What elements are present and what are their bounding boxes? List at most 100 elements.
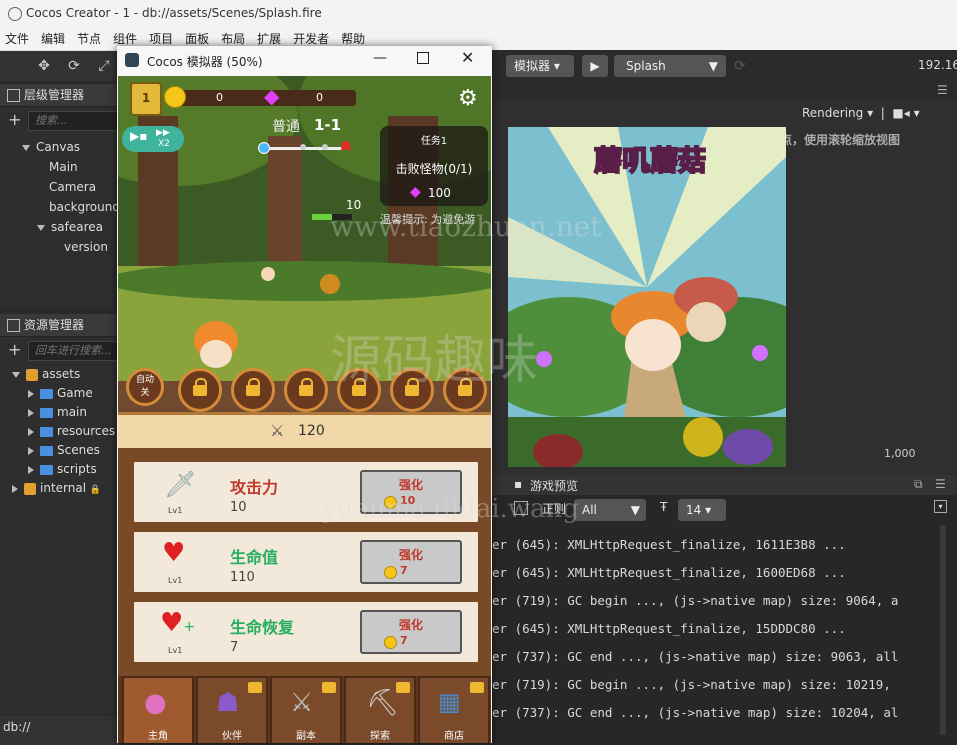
- scene-menu-icon[interactable]: ☰: [937, 83, 948, 97]
- tree-internal[interactable]: internal 🔒: [0, 479, 117, 500]
- heart-plus-icon: ♥+: [160, 608, 196, 638]
- ip-address: 192.168: [918, 58, 957, 72]
- mushroom-hero-icon: ●: [144, 688, 167, 718]
- collapse-arrow-icon[interactable]: [28, 465, 34, 474]
- auto-skill-button[interactable]: 自动 关: [126, 368, 164, 406]
- nav-explore[interactable]: ⛏ 探索: [344, 676, 416, 743]
- collapse-arrow-icon[interactable]: [12, 484, 18, 493]
- cocos-app-icon: [8, 7, 22, 21]
- tree-node-background[interactable]: background: [0, 197, 120, 217]
- add-node-icon[interactable]: +: [8, 110, 21, 129]
- rotate-tool-icon[interactable]: ⟳: [65, 57, 83, 75]
- skill-slot-locked[interactable]: [178, 368, 222, 412]
- close-icon[interactable]: ✕: [461, 48, 474, 67]
- shovel-icon: ⛏: [366, 688, 400, 718]
- task-panel[interactable]: 任务1 击败怪物(0/1) ◆ 100: [380, 126, 488, 206]
- lock-icon: [396, 682, 410, 693]
- splash-title: 蘑叽蘑菇: [593, 143, 707, 178]
- watermark: yuanma.didai.wang: [322, 494, 579, 524]
- expand-arrow-icon[interactable]: [22, 144, 30, 151]
- nav-hero[interactable]: ● 主角: [122, 676, 194, 743]
- tree-node-canvas[interactable]: Canvas: [0, 137, 117, 157]
- simulator-titlebar: Cocos 模拟器 (50%) — ✕: [117, 46, 492, 76]
- move-tool-icon[interactable]: ✥: [35, 57, 53, 75]
- menu-edit[interactable]: 编辑: [41, 28, 65, 50]
- skill-slot-locked[interactable]: [284, 368, 328, 412]
- log-line: er (737): GC end ..., (js->native map) s…: [492, 649, 899, 664]
- folder-scripts[interactable]: scripts: [0, 460, 117, 479]
- collapse-arrow-icon[interactable]: [28, 446, 34, 455]
- log-line: er (737): GC end ..., (js->native map) s…: [492, 705, 899, 720]
- stage-node-current: [258, 142, 270, 154]
- popout-icon[interactable]: ⧉: [914, 477, 923, 492]
- splash-canvas: 蘑叽蘑菇: [508, 127, 786, 467]
- folder-icon: [40, 407, 53, 418]
- lock-icon: [470, 682, 484, 693]
- font-size-select[interactable]: 14 ▾: [678, 499, 726, 521]
- folder-icon: [40, 388, 53, 399]
- nav-shop[interactable]: ▦ 商店: [418, 676, 490, 743]
- simulator-title: Cocos 模拟器 (50%): [147, 55, 263, 69]
- tree-node-version[interactable]: version: [0, 237, 117, 257]
- database-icon: [24, 482, 36, 495]
- console-menu-icon[interactable]: ☰: [935, 477, 946, 491]
- nav-dungeon[interactable]: ⚔ 副本: [270, 676, 342, 743]
- maximize-icon[interactable]: [417, 52, 429, 64]
- upgrade-regen-button[interactable]: 强化 7: [360, 610, 462, 654]
- lock-icon: 🔒: [89, 485, 102, 495]
- nav-partner[interactable]: ☗ 伙伴: [196, 676, 268, 743]
- transform-toolbar: ✥ ⟳ ⤢: [0, 51, 120, 81]
- upgrade-hp-button[interactable]: 强化 7: [360, 540, 462, 584]
- console-scrollbar[interactable]: [940, 525, 946, 735]
- collapse-arrow-icon[interactable]: [28, 408, 34, 417]
- play-button[interactable]: ▶: [582, 55, 608, 77]
- game-viewport[interactable]: 1 0 ◆ 0 ⚙ ▶▪ ▶▶ X2 普通 1-1 ☗ 任务1 击败怪物(0/1…: [118, 76, 491, 743]
- status-bar: db://: [0, 716, 120, 745]
- folder-game[interactable]: Game: [0, 384, 117, 403]
- expand-arrow-icon[interactable]: [37, 224, 45, 231]
- camera-icon[interactable]: ■◂ ▾: [892, 106, 919, 120]
- refresh-icon[interactable]: ⟳: [734, 58, 746, 74]
- database-icon: [26, 368, 38, 381]
- task-title: 任务1: [420, 136, 448, 147]
- hierarchy-search-input[interactable]: 搜索...: [28, 111, 120, 131]
- collapse-icon[interactable]: ▾: [934, 500, 947, 513]
- shop-icon: ▦: [438, 688, 461, 716]
- crossed-swords-icon: ⚔: [290, 688, 314, 718]
- lock-icon: [322, 682, 336, 693]
- folder-resources[interactable]: resources: [0, 422, 117, 441]
- collapse-arrow-icon[interactable]: [28, 427, 34, 436]
- tree-assets-root[interactable]: assets: [0, 365, 117, 384]
- minimize-icon[interactable]: —: [373, 50, 387, 66]
- cocos-logo-icon: [125, 53, 139, 67]
- speed-toggle[interactable]: ▶▪ ▶▶ X2: [122, 126, 184, 152]
- skill-slot-locked[interactable]: [231, 368, 275, 412]
- log-line: er (645): XMLHttpRequest_finalize, 1600E…: [492, 565, 846, 580]
- window-titlebar: Cocos Creator - 1 - db://assets/Scenes/S…: [0, 0, 957, 28]
- tree-node-main-camera[interactable]: Main Camera: [0, 157, 117, 197]
- add-asset-icon[interactable]: +: [8, 340, 21, 359]
- log-level-select[interactable]: All ▼: [574, 499, 646, 521]
- simulator-window: Cocos 模拟器 (50%) — ✕ 1 0 ◆ 0 ⚙ ▶▪ ▶▶ X2 普…: [117, 46, 492, 743]
- scene-header: ☰: [492, 82, 957, 100]
- settings-gear-icon[interactable]: ⚙: [458, 86, 478, 111]
- game-preview-icon: ▪: [514, 477, 523, 491]
- assets-search-input[interactable]: 回车进行搜索...: [28, 341, 120, 361]
- tree-node-safearea[interactable]: safearea: [0, 217, 117, 237]
- collapse-arrow-icon[interactable]: [28, 389, 34, 398]
- expand-arrow-icon[interactable]: [12, 371, 20, 378]
- render-mode-dropdown[interactable]: Rendering ▾ | ■◂ ▾: [802, 106, 920, 120]
- task-description: 击败怪物(0/1): [395, 162, 473, 176]
- folder-main[interactable]: main: [0, 403, 117, 422]
- menu-node[interactable]: 节点: [77, 28, 101, 50]
- heart-icon: ♥: [162, 538, 186, 568]
- assets-panel: 资源管理器 + 回车进行搜索... assets Game main resou…: [0, 314, 120, 714]
- menu-file[interactable]: 文件: [5, 28, 29, 50]
- window-title: Cocos Creator - 1 - db://assets/Scenes/S…: [26, 6, 322, 20]
- scene-select[interactable]: Splash ▼: [614, 55, 726, 77]
- scale-tool-icon[interactable]: ⤢: [95, 57, 113, 75]
- simulator-dropdown[interactable]: 模拟器 ▾: [506, 55, 574, 77]
- folder-scenes[interactable]: Scenes: [0, 441, 117, 460]
- hierarchy-panel: 层级管理器 + 搜索... Canvas Main Camera backgro…: [0, 84, 120, 306]
- log-line: er (719): GC begin ..., (js->native map)…: [492, 677, 891, 692]
